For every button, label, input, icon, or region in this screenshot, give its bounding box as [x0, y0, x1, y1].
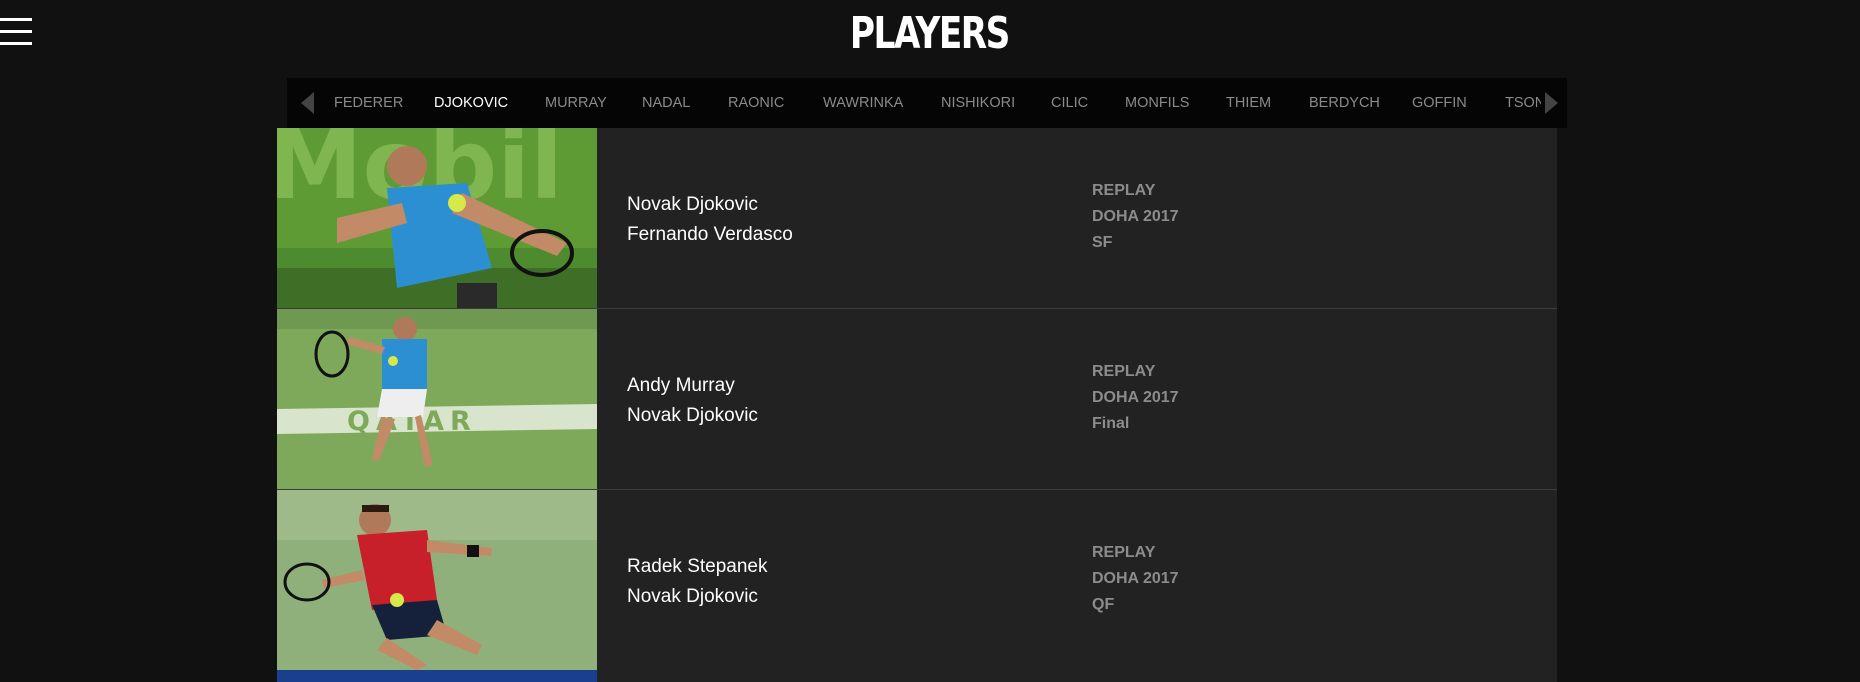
hamburger-menu-icon[interactable]	[0, 16, 32, 48]
player-one: Andy Murray	[627, 375, 735, 396]
match-thumbnail: QATAR	[277, 309, 597, 489]
match-row-partial[interactable]	[277, 670, 1557, 682]
nav-item-monfils[interactable]: MONFILS	[1125, 78, 1189, 128]
chevron-right-icon[interactable]	[1541, 78, 1567, 128]
player-one: Radek Stepanek	[627, 556, 768, 577]
match-type: REPLAY	[1092, 182, 1156, 199]
player-one: Novak Djokovic	[627, 194, 758, 215]
match-players: Andy Murray Novak Djokovic	[627, 371, 758, 431]
match-thumbnail	[277, 490, 597, 670]
match-round: Final	[1092, 415, 1130, 432]
nav-item-wawrinka[interactable]: WAWRINKA	[823, 78, 903, 128]
match-event: DOHA 2017	[1092, 208, 1179, 225]
match-info: REPLAY DOHA 2017 QF	[1092, 540, 1179, 618]
match-players: Radek Stepanek Novak Djokovic	[627, 552, 768, 612]
match-thumbnail	[277, 670, 597, 682]
page-title: PLAYERS	[849, 8, 1010, 59]
match-type: REPLAY	[1092, 363, 1156, 380]
match-event: DOHA 2017	[1092, 389, 1179, 406]
nav-item-berdych[interactable]: BERDYCH	[1309, 78, 1380, 128]
match-row[interactable]: Mobil Novak Djokovic Fernando Verdasco R…	[277, 128, 1557, 309]
nav-item-djokovic[interactable]: DJOKOVIC	[434, 78, 508, 128]
player-two: Novak Djokovic	[627, 586, 758, 607]
player-nav: FEDERER DJOKOVIC MURRAY NADAL RAONIC WAW…	[287, 78, 1567, 128]
nav-item-nishikori[interactable]: NISHIKORI	[941, 78, 1015, 128]
match-round: QF	[1092, 596, 1115, 613]
player-two: Novak Djokovic	[627, 405, 758, 426]
chevron-left-icon[interactable]	[293, 78, 319, 128]
match-type: REPLAY	[1092, 544, 1156, 561]
nav-item-thiem[interactable]: THIEM	[1226, 78, 1271, 128]
match-info: REPLAY DOHA 2017 Final	[1092, 359, 1179, 437]
match-players: Novak Djokovic Fernando Verdasco	[627, 190, 793, 250]
match-row[interactable]: Radek Stepanek Novak Djokovic REPLAY DOH…	[277, 490, 1557, 671]
nav-item-goffin[interactable]: GOFFIN	[1412, 78, 1467, 128]
match-thumbnail: Mobil	[277, 128, 597, 308]
nav-item-nadal[interactable]: NADAL	[642, 78, 690, 128]
nav-item-murray[interactable]: MURRAY	[545, 78, 607, 128]
match-list: Mobil Novak Djokovic Fernando Verdasco R…	[277, 128, 1557, 671]
player-two: Fernando Verdasco	[627, 224, 793, 245]
match-row[interactable]: QATAR Andy Murray Novak Djokovic REPLAY …	[277, 309, 1557, 490]
nav-item-cilic[interactable]: CILIC	[1051, 78, 1088, 128]
match-event: DOHA 2017	[1092, 570, 1179, 587]
nav-item-raonic[interactable]: RAONIC	[728, 78, 784, 128]
nav-item-tsonga[interactable]: TSON	[1505, 78, 1541, 128]
nav-item-federer[interactable]: FEDERER	[334, 78, 403, 128]
match-round: SF	[1092, 234, 1113, 251]
match-info: REPLAY DOHA 2017 SF	[1092, 178, 1179, 256]
player-nav-items: FEDERER DJOKOVIC MURRAY NADAL RAONIC WAW…	[287, 78, 1541, 128]
